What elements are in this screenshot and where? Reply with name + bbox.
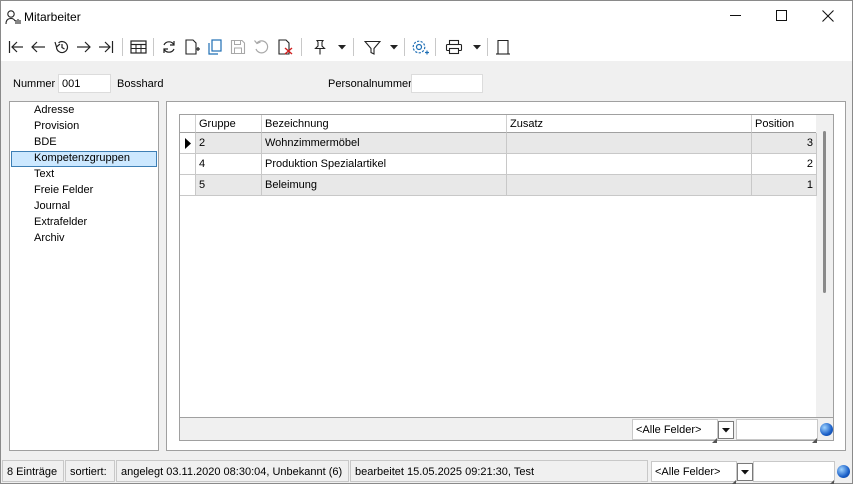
nav-item-bde[interactable]: BDE	[11, 135, 157, 151]
cell-zusatz[interactable]	[507, 175, 752, 196]
nav-item-provision[interactable]: Provision	[11, 119, 157, 135]
nav-item-extrafelder[interactable]: Extrafelder	[11, 215, 157, 231]
status-field-filter-combo[interactable]: <Alle Felder>	[651, 461, 737, 482]
record-count: 8 Einträge	[2, 460, 64, 482]
resize-grip-icon	[829, 476, 834, 484]
edited-info: bearbeitet 15.05.2025 09:21:30, Test	[350, 460, 648, 482]
pin-icon[interactable]	[310, 37, 330, 57]
table-row[interactable]: 2 Wohnzimmermöbel 3	[180, 133, 817, 154]
status-bar: 8 Einträge sortiert: angelegt 03.11.2020…	[1, 459, 852, 484]
minimize-button[interactable]	[712, 1, 758, 33]
close-icon	[822, 9, 834, 25]
toolbar	[1, 33, 852, 61]
nav-item-freie-felder[interactable]: Freie Felder	[11, 183, 157, 199]
navigation-panel: Adresse Provision BDE Kompetenzgruppen Text F…	[9, 101, 159, 451]
column-header-zusatz[interactable]: Zusatz	[507, 115, 752, 133]
grid-footer: <Alle Felder>	[180, 417, 833, 443]
nav-item-kompetenzgruppen[interactable]: Kompetenzgruppen	[11, 151, 157, 167]
table-row[interactable]: 4 Produktion Spezialartikel 2	[180, 154, 817, 175]
column-header-bezeichnung[interactable]: Bezeichnung	[262, 115, 507, 133]
row-indicator[interactable]	[180, 154, 196, 175]
cell-zusatz[interactable]	[507, 133, 752, 154]
cell-position[interactable]: 2	[752, 154, 817, 175]
copy-record-icon[interactable]	[205, 37, 225, 57]
undo-icon[interactable]	[251, 37, 271, 57]
exit-icon[interactable]	[493, 37, 513, 57]
cell-bezeichnung[interactable]: Wohnzimmermöbel	[262, 133, 507, 154]
save-icon[interactable]	[228, 37, 248, 57]
row-indicator[interactable]	[180, 133, 196, 154]
personalnummer-label: Personalnummer	[328, 78, 412, 90]
search-globe-icon[interactable]	[820, 423, 833, 436]
next-record-icon[interactable]	[74, 37, 94, 57]
personalnummer-field[interactable]	[411, 74, 483, 93]
cell-position[interactable]: 3	[752, 133, 817, 154]
first-record-icon[interactable]	[6, 37, 26, 57]
employee-icon	[5, 9, 23, 25]
refresh-icon[interactable]	[159, 37, 179, 57]
sorted-label: sortiert:	[65, 460, 115, 482]
cell-zusatz[interactable]	[507, 154, 752, 175]
resize-grip-icon	[731, 476, 736, 484]
grid-panel: Gruppe Bezeichnung Zusatz Position <Alle…	[166, 101, 846, 451]
print-icon[interactable]	[444, 37, 464, 57]
settings-icon[interactable]	[410, 37, 430, 57]
nav-item-adresse[interactable]: Adresse	[11, 103, 157, 119]
filter-icon[interactable]	[362, 37, 382, 57]
column-header-position[interactable]: Position	[752, 115, 817, 133]
status-search-input[interactable]	[753, 461, 835, 482]
search-globe-icon[interactable]	[837, 465, 850, 478]
nav-item-text[interactable]: Text	[11, 167, 157, 183]
kompetenzgruppen-grid: Gruppe Bezeichnung Zusatz Position <Alle…	[179, 114, 834, 443]
cell-gruppe[interactable]: 4	[196, 154, 262, 175]
current-row-arrow-icon	[185, 138, 192, 152]
created-info: angelegt 03.11.2020 08:30:04, Unbekannt …	[116, 460, 349, 482]
grid-filter-dropdown-button[interactable]	[718, 421, 734, 439]
cell-gruppe[interactable]: 5	[196, 175, 262, 196]
employee-name: Bosshard	[117, 78, 164, 90]
vertical-scrollbar[interactable]	[816, 115, 833, 417]
history-icon[interactable]	[51, 37, 71, 57]
filter-dropdown-icon[interactable]	[389, 37, 399, 57]
row-indicator[interactable]	[180, 175, 196, 196]
nummer-label: Nummer	[13, 78, 56, 90]
pin-dropdown-icon[interactable]	[337, 37, 347, 57]
last-record-icon[interactable]	[96, 37, 116, 57]
nav-item-journal[interactable]: Journal	[11, 199, 157, 215]
minimize-icon	[729, 10, 741, 24]
cell-gruppe[interactable]: 2	[196, 133, 262, 154]
window: Mitarbeiter Nummer 001 Bosshard Personal…	[0, 0, 853, 484]
column-header-gruppe[interactable]: Gruppe	[196, 115, 262, 133]
delete-icon[interactable]	[275, 37, 295, 57]
resize-grip-icon	[712, 434, 717, 443]
grid-search-input[interactable]	[736, 419, 818, 440]
cell-bezeichnung[interactable]: Produktion Spezialartikel	[262, 154, 507, 175]
scrollbar-thumb[interactable]	[823, 131, 826, 293]
table-view-icon[interactable]	[128, 37, 148, 57]
status-filter-dropdown-button[interactable]	[737, 463, 753, 481]
previous-record-icon[interactable]	[28, 37, 48, 57]
print-dropdown-icon[interactable]	[472, 37, 482, 57]
cell-bezeichnung[interactable]: Beleimung	[262, 175, 507, 196]
close-button[interactable]	[805, 1, 851, 33]
resize-grip-icon	[812, 434, 817, 443]
nummer-field[interactable]: 001	[58, 74, 111, 93]
new-record-icon[interactable]	[182, 37, 202, 57]
table-row[interactable]: 5 Beleimung 1	[180, 175, 817, 196]
nav-item-archiv[interactable]: Archiv	[11, 231, 157, 247]
grid-field-filter-combo[interactable]: <Alle Felder>	[632, 419, 718, 440]
maximize-button[interactable]	[758, 1, 804, 33]
cell-position[interactable]: 1	[752, 175, 817, 196]
title-bar: Mitarbeiter	[1, 1, 852, 33]
window-title: Mitarbeiter	[24, 10, 81, 24]
maximize-icon	[775, 10, 787, 24]
row-indicator-header	[180, 115, 196, 133]
